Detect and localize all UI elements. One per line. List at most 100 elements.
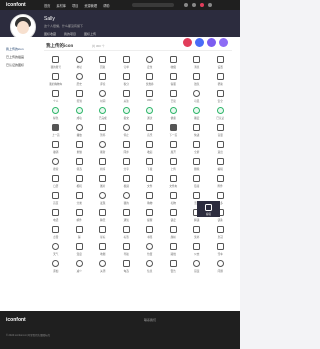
site-logo[interactable]: iconfont	[6, 2, 26, 8]
icon-card[interactable]: 提醒	[138, 207, 162, 224]
icon-card[interactable]: 旗帜	[162, 224, 186, 241]
icon-card[interactable]: 帮助	[209, 71, 233, 88]
icon-card[interactable]: 同步	[115, 139, 139, 156]
icon-card[interactable]: 关注	[115, 88, 139, 105]
nav-item-library[interactable]: 素材库	[56, 3, 66, 8]
tab-favorites[interactable]: 图标收藏	[44, 32, 56, 36]
icon-card[interactable]: 提交	[115, 105, 139, 122]
icon-card[interactable]: 驾车	[209, 241, 233, 258]
icon-card[interactable]: 错误	[185, 258, 209, 275]
icon-card[interactable]: 标签	[115, 224, 139, 241]
nav-item-resources[interactable]: 资源管理	[84, 3, 97, 8]
tab-projects[interactable]: 我的项目	[64, 32, 76, 36]
icon-card[interactable]: 优惠券	[138, 71, 162, 88]
icon-card[interactable]: 下载	[138, 156, 162, 173]
icon-card[interactable]: 邮件	[68, 207, 92, 224]
icon-card[interactable]: 首页	[44, 190, 68, 207]
icon-card[interactable]: 个人	[44, 88, 68, 105]
icon-card[interactable]: 删除	[185, 156, 209, 173]
icon-card[interactable]: 附件	[209, 173, 233, 190]
icon-card[interactable]: 勾选	[115, 258, 139, 275]
icon-card[interactable]: 客服	[162, 71, 186, 88]
icon-card[interactable]: 积分	[115, 71, 139, 88]
nav-item-projects[interactable]: 项目	[72, 3, 78, 8]
icon-card[interactable]: WiFi	[138, 88, 162, 105]
icon-card[interactable]: 编辑	[209, 156, 233, 173]
icon-card[interactable]: 回复	[91, 54, 115, 71]
nav-item-help[interactable]: 帮助	[103, 3, 109, 8]
sidebar-item-verified[interactable]: 已认证的图标	[6, 63, 24, 67]
icon-card[interactable]: 导航	[115, 241, 139, 258]
icon-card[interactable]: 刷新	[91, 139, 115, 156]
icon-card[interactable]: 展开	[162, 139, 186, 156]
icon-card[interactable]: 踩	[68, 224, 92, 241]
icon-card[interactable]: 地图	[91, 241, 115, 258]
icon-card[interactable]: 评论	[91, 71, 115, 88]
icon-card[interactable]: 减少	[68, 258, 92, 275]
icon-card[interactable]: 时间	[91, 88, 115, 105]
icon-card[interactable]: 暂停	[91, 122, 115, 139]
nav-item-home[interactable]: 首页	[44, 3, 50, 8]
icon-card[interactable]: 钱包	[185, 71, 209, 88]
icon-card[interactable]: 文件夹	[162, 173, 186, 190]
notification-icon[interactable]	[200, 3, 204, 7]
icon-card[interactable]: 上传	[162, 156, 186, 173]
icon-card[interactable]: 搜索	[44, 156, 68, 173]
icon-card[interactable]: 关闭	[91, 258, 115, 275]
icon-card[interactable]: 播放	[68, 122, 92, 139]
icon-card[interactable]: 公交	[185, 241, 209, 258]
icon-card[interactable]: 图片	[91, 173, 115, 190]
icon-card[interactable]: 签到	[68, 88, 92, 105]
icon-card[interactable]: 可见	[185, 88, 209, 105]
icon-card[interactable]: 我的账号	[44, 54, 68, 71]
icon-card[interactable]: 警告	[162, 258, 186, 275]
sidebar-item-illustrations[interactable]: 已上传的插画	[6, 55, 24, 59]
icon-card[interactable]: 已读	[162, 88, 186, 105]
icon-card[interactable]: 分享	[115, 156, 139, 173]
icon-card[interactable]: 上一首	[44, 122, 68, 139]
upload-icon[interactable]	[184, 3, 188, 7]
icon-card[interactable]: 全屏	[185, 139, 209, 156]
icon-card[interactable]: 筛选	[68, 156, 92, 173]
icon-card[interactable]: 停止	[115, 122, 139, 139]
icon-card[interactable]: 分类	[68, 190, 92, 207]
icon-card[interactable]: 信息	[138, 258, 162, 275]
icon-card[interactable]: 聊天	[91, 207, 115, 224]
icon-card[interactable]: 下一首	[162, 122, 186, 139]
edit-icon[interactable]	[205, 204, 212, 211]
icon-card[interactable]: 点赞	[44, 224, 68, 241]
icon-card[interactable]: 撤销	[44, 139, 68, 156]
icon-card[interactable]: 我的	[115, 190, 139, 207]
icon-card[interactable]: 重做	[68, 139, 92, 156]
icon-card[interactable]: 电话	[44, 207, 68, 224]
icon-card[interactable]: 安全	[209, 88, 233, 105]
icon-card[interactable]: 健康	[162, 105, 186, 122]
icon-card[interactable]: 书签	[138, 224, 162, 241]
icon-card[interactable]: 文件	[138, 173, 162, 190]
icon-card[interactable]: 购物	[138, 190, 162, 207]
icon-card[interactable]: 位置	[138, 241, 162, 258]
icon-card[interactable]: 相机	[68, 173, 92, 190]
icon-card[interactable]: 添加	[44, 258, 68, 275]
icon-card[interactable]: 已完成	[91, 105, 115, 122]
icon-card[interactable]: 通过	[138, 105, 162, 122]
icon-card[interactable]: 定位	[138, 54, 162, 71]
icon-card[interactable]: 礼物	[162, 190, 186, 207]
icon-card[interactable]: 音量	[209, 122, 233, 139]
action-circle-button[interactable]	[195, 38, 204, 47]
action-circle-button[interactable]	[207, 38, 216, 47]
icon-card[interactable]: 奖杯	[185, 224, 209, 241]
icon-card[interactable]: 历史	[68, 71, 92, 88]
icon-card[interactable]: 快进	[185, 122, 209, 139]
icon-card[interactable]: 星标	[91, 224, 115, 241]
icon-card[interactable]: 地址	[68, 54, 92, 71]
icon-card[interactable]: 绿色	[44, 105, 68, 122]
user-avatar-icon[interactable]	[208, 3, 212, 7]
icon-card[interactable]: 日历	[44, 173, 68, 190]
icon-card[interactable]: 排序	[91, 156, 115, 173]
hover-icon-card[interactable]: 编辑	[197, 201, 220, 217]
icon-card[interactable]: 链接	[185, 173, 209, 190]
cart-icon[interactable]	[192, 3, 196, 7]
action-circle-button[interactable]	[183, 38, 192, 47]
icon-card[interactable]: 已认证	[209, 105, 233, 122]
